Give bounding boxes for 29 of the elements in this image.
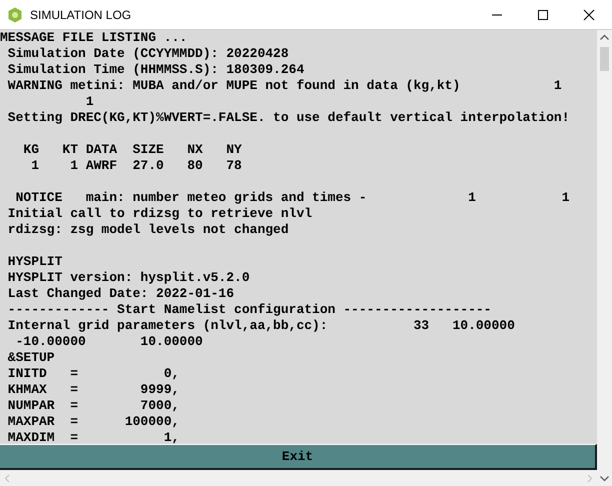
log-line: NOTICE main: number meteo grids and times - 1 1: [14, 190, 570, 206]
log-line: Internal grid parameters (nlvl,aa,bb,cc): 33 10.00000: [6, 318, 515, 334]
log-line: ------------- Start Namelist configuration -------------------: [6, 302, 492, 318]
log-line: NUMPAR = 7000,: [6, 398, 180, 414]
close-icon[interactable]: [583, 8, 595, 20]
window-title: SIMULATION LOG: [30, 8, 132, 22]
log-line: INITD = 0,: [6, 366, 180, 382]
log-line: KHMAX = 9999,: [6, 382, 180, 398]
scrollbar-thumb[interactable]: [600, 47, 609, 71]
maximize-icon[interactable]: [537, 8, 549, 20]
log-line: HYSPLIT version: hysplit.v5.2.0: [6, 270, 250, 286]
log-line: MESSAGE FILE LISTING ...: [0, 30, 188, 46]
log-line: Setting DREC(KG,KT)%WVERT=.FALSE. to use default vertical interpolation!: [6, 110, 570, 126]
log-line: MAXPAR = 100000,: [6, 414, 180, 430]
log-line: Simulation Date (CCYYMMDD): 20220428: [6, 46, 289, 62]
log-line: Simulation Time (HHMMSS.S): 180309.264: [6, 62, 304, 78]
log-line: HYSPLIT: [6, 254, 62, 270]
log-line: Last Changed Date: 2022-01-16: [6, 286, 234, 302]
log-line: Initial call to rdizsg to retrieve nlvl: [6, 206, 312, 222]
app-icon: [7, 6, 23, 22]
log-line: MAXDIM = 1,: [6, 430, 180, 444]
log-line: WARNING metini: MUBA and/or MUPE not found in data (kg,kt) 1: [6, 78, 562, 94]
log-line: 1 1 AWRF 27.0 80 78: [30, 158, 242, 174]
log-line: &SETUP: [6, 350, 55, 366]
exit-button[interactable]: Exit: [0, 444, 597, 470]
log-line: rdizsg: zsg model levels not changed: [6, 222, 289, 238]
log-line: 1: [84, 94, 94, 110]
log-line: KG KT DATA SIZE NX NY: [22, 142, 242, 158]
log-line: -10.00000 10.00000: [14, 334, 203, 350]
